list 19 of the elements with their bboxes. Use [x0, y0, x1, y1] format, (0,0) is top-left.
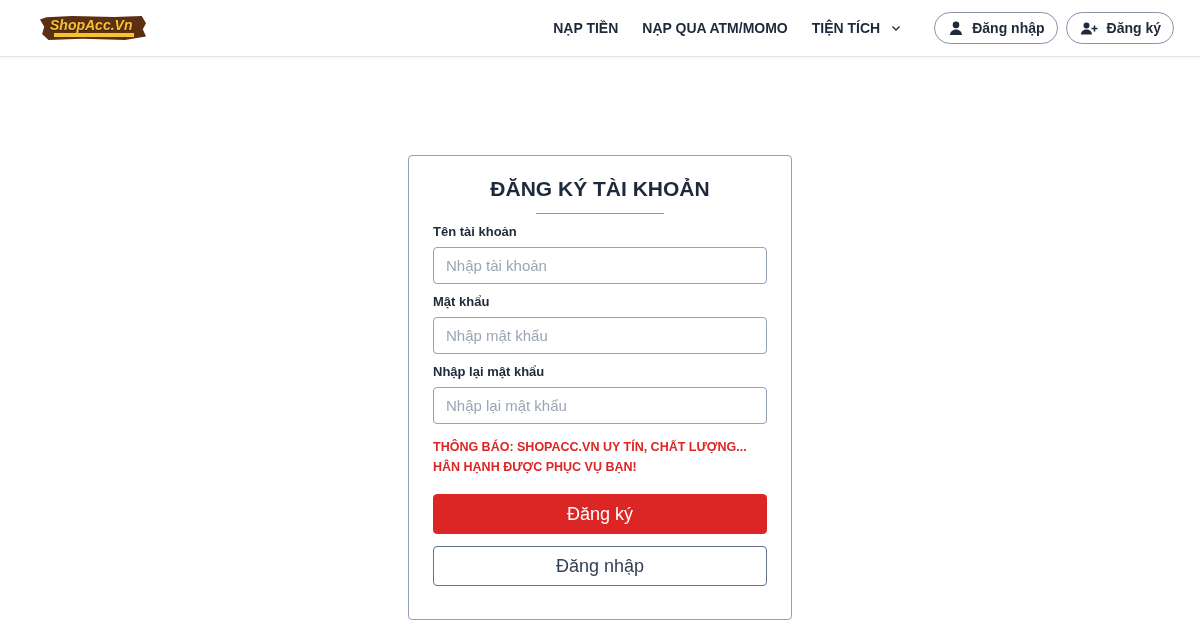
nav-link[interactable]: NẠP TIỀN: [553, 20, 619, 36]
login-button[interactable]: Đăng nhập: [934, 12, 1058, 44]
nav-dropdown[interactable]: TIỆN TÍCH: [811, 20, 901, 36]
field-label: Nhập lại mật khẩu: [433, 364, 546, 380]
register-button[interactable]: Đăng ký: [1065, 12, 1174, 44]
field-label: Mật khẩu: [433, 294, 491, 310]
nav-link[interactable]: NẠP QUA ATM/MOMO: [642, 20, 788, 36]
input-field[interactable]: Nhập mật khẩu: [433, 317, 767, 354]
logo[interactable]: ShopAcc.Vn: [40, 16, 146, 40]
form-title: ĐĂNG KÝ TÀI KHOẢN: [489, 176, 711, 202]
login-button[interactable]: Đăng nhập: [433, 546, 767, 586]
user-icon: [949, 21, 964, 35]
notice-text: THÔNG BÁO: SHOPACC.VN UY TÍN, CHẤT LƯỢNG... HÂN HẠNH ĐƯỢC PHỤC VỤ BẠN!: [433, 438, 748, 476]
input-field[interactable]: Nhập tài khoản: [433, 247, 767, 284]
input-field[interactable]: Nhập lại mật khẩu: [433, 387, 767, 424]
register-submit-button[interactable]: Đăng ký: [433, 494, 767, 534]
chevron-down-icon: [892, 25, 901, 31]
field-label: Tên tài khoản: [433, 224, 518, 240]
user-plus-icon: [1080, 21, 1098, 35]
